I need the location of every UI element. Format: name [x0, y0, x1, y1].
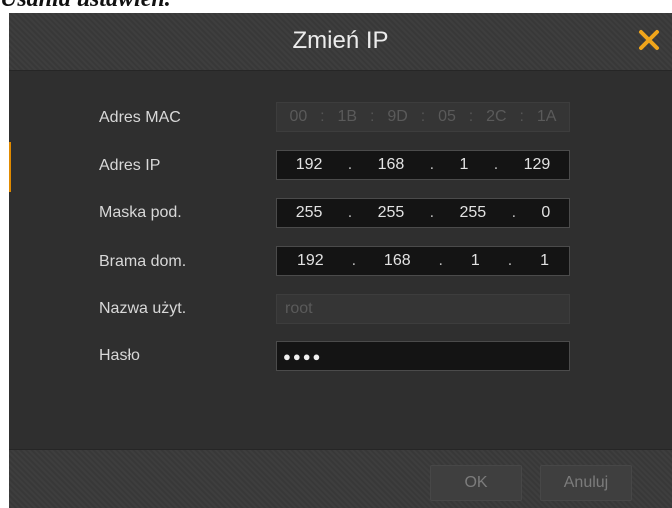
- mac-address-label: Adres MAC: [99, 109, 181, 126]
- gateway-octet-input[interactable]: 192: [297, 252, 324, 270]
- separator: .: [351, 252, 357, 269]
- ok-button[interactable]: OK: [430, 465, 522, 501]
- password-value[interactable]: ●●●●: [283, 349, 322, 364]
- mask-octet-input[interactable]: 255: [460, 204, 487, 222]
- password-field[interactable]: ●●●●: [276, 341, 570, 371]
- separator: .: [507, 252, 513, 269]
- mac-segment: 2C: [486, 108, 507, 125]
- mac-address-field: 00 : 1B : 9D : 05 : 2C : 1A: [276, 102, 570, 132]
- username-label: Nazwa użyt.: [99, 300, 187, 317]
- mask-octet-input[interactable]: 0: [541, 204, 550, 222]
- cancel-button[interactable]: Anuluj: [540, 465, 632, 501]
- username-value: root: [285, 300, 313, 317]
- gateway-octet-input[interactable]: 1: [471, 252, 480, 270]
- subnet-mask-label: Maska pod.: [99, 204, 182, 221]
- gateway-octet-input[interactable]: 1: [540, 252, 549, 270]
- dialog-titlebar: Zmień IP: [9, 13, 672, 71]
- separator: .: [429, 204, 435, 221]
- separator: .: [347, 204, 353, 221]
- separator: :: [420, 108, 426, 125]
- separator: :: [468, 108, 474, 125]
- close-icon[interactable]: [636, 27, 662, 53]
- gateway-octet-input[interactable]: 168: [384, 252, 411, 270]
- ip-octet-input[interactable]: 129: [524, 156, 551, 174]
- ip-address-label: Adres IP: [99, 157, 161, 174]
- separator: :: [519, 108, 524, 125]
- separator: .: [347, 156, 353, 173]
- mac-segment: 9D: [387, 108, 408, 125]
- focus-accent-bar: [9, 142, 11, 192]
- dialog-footer: OK Anuluj: [9, 449, 672, 508]
- separator: :: [320, 108, 325, 125]
- ip-octet-input[interactable]: 168: [378, 156, 405, 174]
- password-label: Hasło: [99, 347, 140, 364]
- gateway-label: Brama dom.: [99, 253, 187, 270]
- mac-segment: 1A: [536, 108, 557, 125]
- subnet-mask-field[interactable]: 255 . 255 . 255 . 0: [276, 198, 570, 228]
- ip-address-field[interactable]: 192 . 168 . 1 . 129: [276, 150, 570, 180]
- change-ip-dialog: Zmień IP Adres MAC 00 : 1B : 9D : 05 : 2…: [9, 13, 672, 508]
- mask-octet-input[interactable]: 255: [296, 204, 323, 222]
- ip-octet-input[interactable]: 192: [296, 156, 323, 174]
- background-caption: Usania ustawień.: [0, 0, 171, 13]
- separator: .: [429, 156, 435, 173]
- separator: :: [370, 108, 375, 125]
- separator: .: [493, 156, 499, 173]
- dialog-title: Zmień IP: [292, 27, 389, 54]
- mac-segment: 00: [289, 108, 308, 125]
- mask-octet-input[interactable]: 255: [378, 204, 405, 222]
- separator: .: [511, 204, 517, 221]
- ip-octet-input[interactable]: 1: [460, 156, 469, 174]
- mac-segment: 05: [438, 108, 456, 125]
- gateway-field[interactable]: 192 . 168 . 1 . 1: [276, 246, 570, 276]
- username-field: root: [276, 294, 570, 324]
- mac-segment: 1B: [337, 108, 358, 125]
- separator: .: [438, 252, 443, 269]
